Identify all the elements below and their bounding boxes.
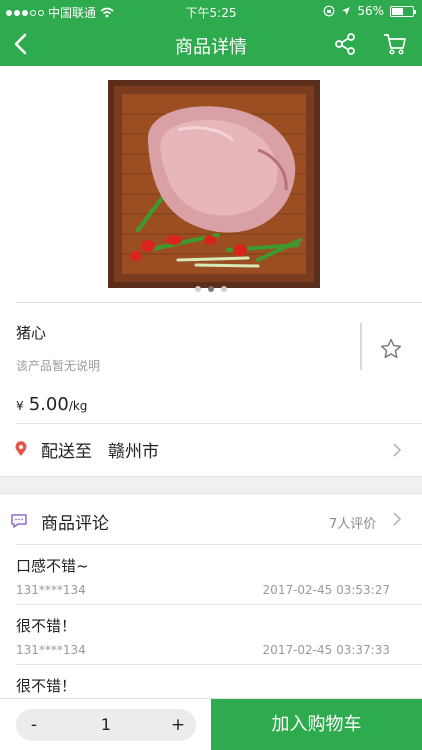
review-date: 2017-02-45 03:37:33 — [262, 643, 390, 657]
reviews-title: 商品评论 — [41, 514, 109, 534]
product-price: ¥ 5.00/kg — [16, 394, 87, 415]
bottom-action-bar: - 1 + 加入购物车 — [0, 698, 422, 750]
review-item: 很不错！ 131****134 2017-02-45 03:37:33 — [0, 605, 422, 665]
review-text: 口感不错~ — [16, 557, 89, 575]
status-right: 56% — [323, 4, 416, 18]
page-title: 商品详情 — [175, 37, 247, 58]
add-to-cart-button[interactable]: 加入购物车 — [211, 699, 422, 750]
status-bar: 中国联通 下午5:25 56% — [0, 0, 422, 22]
favorite-divider — [360, 323, 362, 370]
quantity-stepper: - 1 + — [16, 709, 196, 741]
chevron-right-icon — [393, 512, 402, 526]
battery-fill — [392, 7, 404, 15]
orientation-lock-icon — [323, 5, 335, 17]
comment-icon — [11, 514, 27, 528]
cart-icon[interactable] — [382, 31, 408, 57]
nav-bar: 商品详情 — [0, 22, 422, 66]
price-unit: /kg — [68, 399, 88, 413]
review-text: 很不错！ — [16, 617, 77, 635]
reviews-count: 7人评价 — [329, 517, 377, 532]
location-arrow-icon — [342, 7, 351, 15]
carousel-dot[interactable] — [195, 286, 201, 292]
delivery-label: 配送至 — [41, 442, 92, 462]
carousel-indicator[interactable] — [0, 286, 422, 292]
delivery-city: 赣州市 — [108, 442, 159, 462]
review-text: 很不错！ — [16, 677, 77, 695]
product-description: 该产品暂无说明 — [16, 359, 101, 373]
decrease-quantity-button[interactable]: - — [16, 709, 52, 741]
quantity-value[interactable]: 1 — [52, 709, 160, 741]
carousel-dot[interactable] — [221, 286, 227, 292]
battery-icon — [390, 5, 416, 17]
review-user: 131****134 — [16, 583, 86, 597]
product-name: 猪心 — [16, 324, 47, 342]
favorite-star-icon[interactable] — [379, 337, 403, 361]
divider — [16, 302, 422, 303]
divider — [16, 423, 422, 424]
location-pin-icon — [15, 441, 27, 456]
review-item: 口感不错~ 131****134 2017-02-45 03:53:27 — [0, 545, 422, 605]
review-date: 2017-02-45 03:53:27 — [262, 583, 390, 597]
price-currency: ¥ — [16, 399, 24, 413]
section-separator — [0, 476, 422, 494]
price-value: 5.00 — [28, 394, 69, 415]
carousel-dot[interactable] — [208, 286, 214, 292]
product-image[interactable] — [108, 80, 320, 288]
chevron-right-icon — [393, 443, 402, 457]
share-icon[interactable] — [332, 31, 358, 57]
review-user: 131****134 — [16, 643, 86, 657]
increase-quantity-button[interactable]: + — [160, 709, 196, 741]
battery-percent: 56% — [357, 4, 384, 18]
